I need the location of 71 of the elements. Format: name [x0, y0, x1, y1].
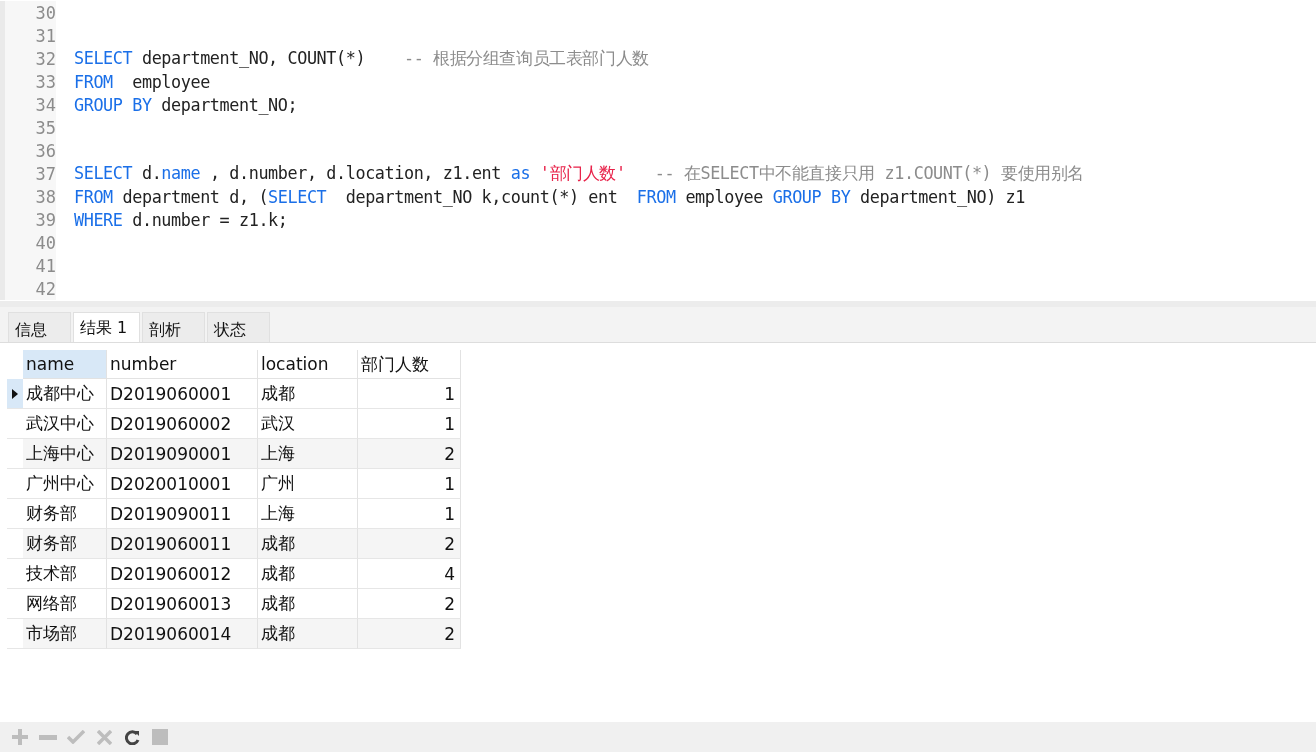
table-cell: 4 [358, 559, 461, 589]
column-header[interactable]: 部门人数 [358, 350, 461, 379]
table-cell: D2019060002 [107, 409, 258, 439]
line-number: 33 [35, 71, 56, 92]
table-cell: D2019090011 [107, 499, 258, 529]
line-number: 30 [35, 2, 56, 23]
table-cell: 成都中心 [23, 379, 107, 409]
line-number: 38 [35, 186, 56, 207]
table-cell: 上海中心 [23, 439, 107, 469]
table-cell: 网络部 [23, 589, 107, 619]
table-cell: D2019060001 [107, 379, 258, 409]
line-number: 40 [35, 232, 56, 253]
code-line: SELECT department_NO, COUNT(*) -- 根据分组查询员工表部门人数 [74, 47, 649, 70]
table-cell: 技术部 [23, 559, 107, 589]
table-cell: 武汉 [258, 409, 358, 439]
table-cell: 市场部 [23, 619, 107, 649]
line-number: 34 [35, 94, 56, 115]
refresh-icon [124, 729, 140, 745]
line-number: 42 [35, 278, 56, 299]
table-cell: 上海 [258, 439, 358, 469]
line-number: 41 [35, 255, 56, 276]
table-cell: 2 [358, 619, 461, 649]
code-line: FROM employee [74, 71, 210, 92]
table-cell: 上海 [258, 499, 358, 529]
column-header[interactable]: number [107, 350, 258, 379]
table-cell: 财务部 [23, 499, 107, 529]
result-tab[interactable]: 状态 [207, 312, 270, 342]
code-line: GROUP BY department_NO; [74, 94, 298, 115]
table-cell: D2019090001 [107, 439, 258, 469]
current-row-icon [12, 388, 18, 399]
result-tab[interactable]: 结果 1 [73, 312, 140, 342]
column-header[interactable]: location [258, 350, 358, 379]
line-number: 39 [35, 209, 56, 230]
code-line: FROM department d, (SELECT department_NO k,count(*) ent FROM employee GROUP BY department_NO) z1 [74, 186, 1026, 207]
code-line: WHERE d.number = z1.k; [74, 209, 288, 230]
table-cell: 广州中心 [23, 469, 107, 499]
result-tab[interactable]: 剖析 [142, 312, 205, 342]
table-cell: D2019060012 [107, 559, 258, 589]
table-cell: 1 [358, 409, 461, 439]
line-number: 32 [35, 48, 56, 69]
minus-icon [39, 734, 57, 740]
table-cell: 成都 [258, 559, 358, 589]
table-cell: 成都 [258, 529, 358, 559]
table-cell: 成都 [258, 379, 358, 409]
table-cell: 2 [358, 589, 461, 619]
table-cell: 2 [358, 529, 461, 559]
square-icon [152, 729, 168, 745]
table-cell: 2 [358, 439, 461, 469]
refresh-button[interactable] [122, 727, 142, 747]
plus-icon [11, 728, 29, 746]
table-cell: D2020010001 [107, 469, 258, 499]
table-cell: 1 [358, 499, 461, 529]
result-tab[interactable]: 信息 [8, 312, 71, 342]
line-number: 36 [35, 140, 56, 161]
table-cell: 广州 [258, 469, 358, 499]
table-cell: 1 [358, 469, 461, 499]
table-cell: D2019060014 [107, 619, 258, 649]
line-number: 31 [35, 25, 56, 46]
line-number: 35 [35, 117, 56, 138]
line-number: 37 [35, 163, 56, 184]
close-icon [96, 729, 112, 745]
check-icon [67, 730, 85, 744]
table-cell: D2019060013 [107, 589, 258, 619]
table-cell: 财务部 [23, 529, 107, 559]
table-cell: 武汉中心 [23, 409, 107, 439]
column-header[interactable]: name [23, 350, 107, 379]
table-cell: 成都 [258, 619, 358, 649]
table-cell: 成都 [258, 589, 358, 619]
table-cell: 1 [358, 379, 461, 409]
code-line: SELECT d.name , d.number, d.location, z1.ent as '部门人数' -- 在SELECT中不能直接只用 z1.COUNT(*) 要使用别名 [74, 162, 1085, 185]
table-cell: D2019060011 [107, 529, 258, 559]
